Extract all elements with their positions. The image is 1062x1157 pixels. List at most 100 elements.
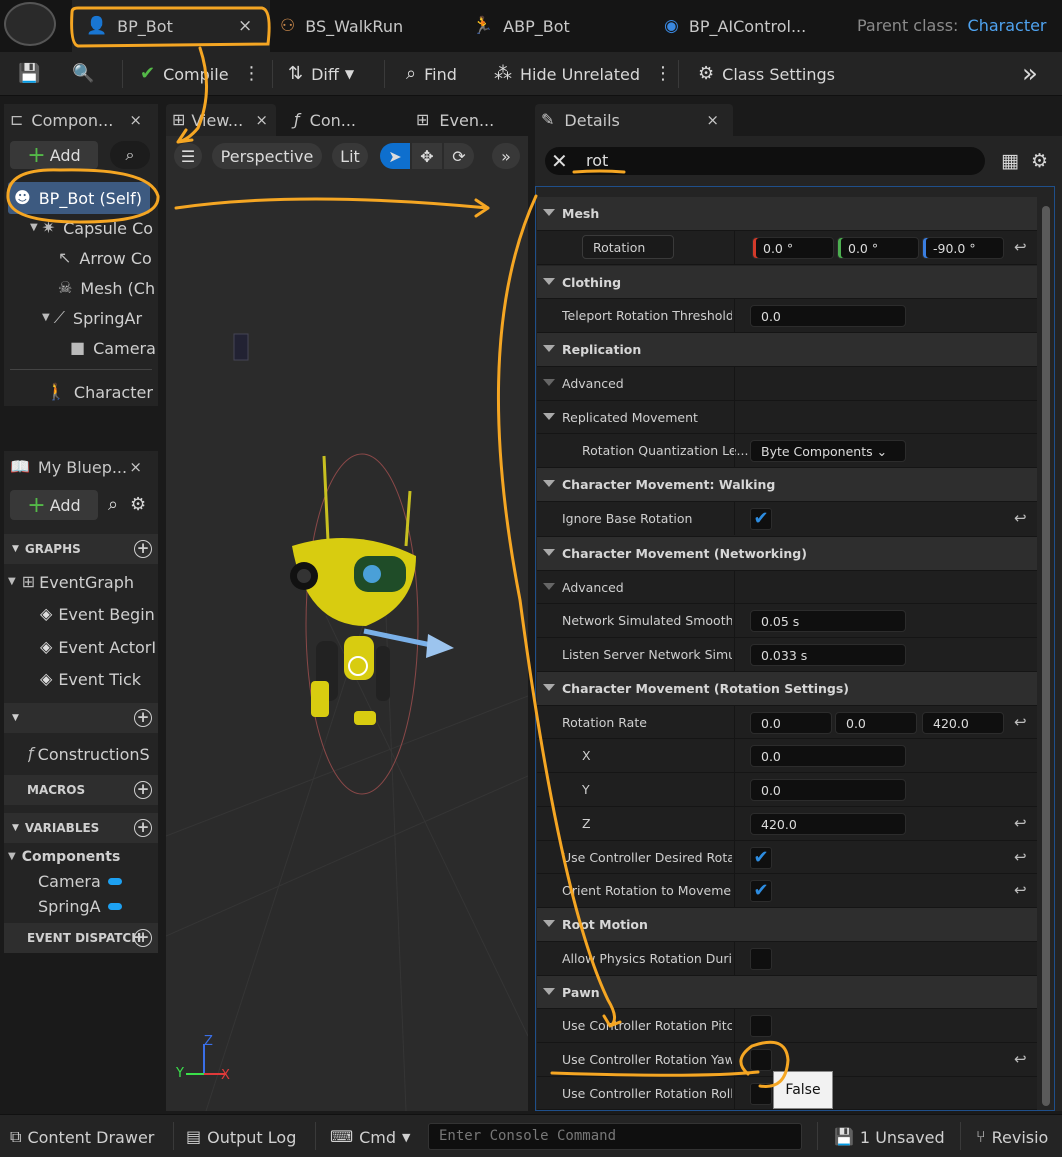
details-category[interactable]: Character Movement (Rotation Settings) [537,672,1037,706]
value-field[interactable]: 0.0 ° [837,237,919,259]
details-row[interactable]: Teleport Rotation Threshold 0.0 [537,299,1037,333]
clear-search-icon[interactable]: ✕ [551,149,568,173]
console-input[interactable]: Enter Console Command [428,1123,802,1150]
tab-details[interactable]: ✎ Details × [535,104,733,136]
value-field[interactable]: 0.0 ° [752,237,834,259]
details-category[interactable]: Replication [537,333,1037,367]
more-options-icon[interactable]: ⋮ [243,65,261,83]
translate-mode-button[interactable]: ✥ [412,143,442,169]
tab-viewport[interactable]: ⊞ View... × [166,104,276,136]
details-row[interactable]: Y 0.0 [537,773,1037,807]
value-field[interactable]: 0.05 s [750,610,906,632]
search-components-button[interactable]: ⌕ [110,141,150,169]
gear-icon[interactable]: ⚙ [130,494,146,515]
search-icon[interactable]: ⌕ [108,494,118,515]
expand-arrow-icon[interactable] [543,413,555,420]
perspective-button[interactable]: Perspective [212,143,322,169]
tab-bs-walkrun[interactable]: ⚇ BS_WalkRun [280,0,460,52]
close-icon[interactable]: × [129,111,142,129]
variables-section-header[interactable]: ▼ VARIABLES + [4,813,158,843]
details-category[interactable]: Character Movement: Walking [537,468,1037,502]
details-row[interactable]: X 0.0 [537,739,1037,773]
value-field[interactable]: -90.0 ° [922,237,1004,259]
expand-arrow-icon[interactable]: ▼ [8,577,16,587]
details-category[interactable]: Character Movement (Networking) [537,537,1037,571]
component-item-arrow[interactable]: ↖ Arrow Co [58,243,156,273]
view-options-icon[interactable]: ▦ [1001,150,1019,172]
details-row[interactable]: Rotation⌄0.0 °0.0 °-90.0 °↩ [537,231,1037,265]
expand-arrow-icon[interactable]: ▼ [30,223,38,233]
component-item-character-movement[interactable]: 🚶 Character M [46,377,156,407]
event-graph-item[interactable]: ▼ ⊞ EventGraph [8,567,158,597]
event-dispatchers-section-header[interactable]: EVENT DISPATCH + [4,923,158,953]
component-item-mesh[interactable]: ☠ Mesh (Ch [58,273,156,303]
diff-button[interactable]: ⇅ Diff ▼ [288,52,362,96]
value-field[interactable]: 420.0 [922,712,1004,734]
class-settings-button[interactable]: ⚙ Class Settings [698,52,835,96]
details-row[interactable]: Rotation Quantization Le... Byte Componen… [537,434,1037,468]
viewport-options-button[interactable]: ☰ [174,143,202,169]
checkbox[interactable] [750,948,772,970]
reset-to-default-icon[interactable]: ↩ [1014,238,1027,256]
parent-class-link[interactable]: Character [968,16,1047,35]
expand-arrow-icon[interactable] [543,684,555,691]
details-category[interactable]: Clothing [537,266,1037,299]
details-category[interactable]: Mesh [537,197,1037,231]
tab-construction-script[interactable]: ƒ Con... [288,104,398,136]
details-row[interactable]: Replicated Movement [537,401,1037,434]
expand-arrow-icon[interactable] [543,379,555,386]
checkbox[interactable] [750,1049,772,1071]
details-category[interactable]: Pawn [537,976,1037,1009]
details-row[interactable]: Advanced [537,571,1037,604]
rotate-mode-button[interactable]: ⟳ [444,143,474,169]
cmd-dropdown[interactable]: ⌨ Cmd ▼ [330,1119,416,1155]
compile-button[interactable]: ✔ Compile ⋮ [140,52,261,96]
unsaved-button[interactable]: 💾 1 Unsaved [834,1119,945,1155]
add-variable-icon[interactable]: + [134,819,152,837]
checkbox[interactable]: ✔ [750,847,772,869]
event-item[interactable]: ◈ Event Begin [40,599,158,629]
browse-button[interactable]: 🔍 [72,52,102,96]
viewport-overflow-button[interactable]: » [492,143,520,169]
reset-to-default-icon[interactable]: ↩ [1014,1050,1027,1068]
add-function-icon[interactable]: + [134,709,152,727]
component-item-camera[interactable]: ■ Camera [70,333,156,363]
component-item-self[interactable]: ☻ BP_Bot (Self) [8,182,150,214]
add-component-button[interactable]: + Add [10,141,98,169]
unreal-logo-icon[interactable] [4,2,56,46]
value-field[interactable]: 420.0 [750,813,906,835]
reset-to-default-icon[interactable]: ↩ [1014,814,1027,832]
construction-script-item[interactable]: ƒ ConstructionS [28,739,158,769]
details-row[interactable]: Use Controller Desired Rota... ✔ ↩ [537,841,1037,874]
more-options-icon[interactable]: ⋮ [654,65,672,83]
tab-bp-bot[interactable]: 👤 BP_Bot × [72,0,270,52]
close-icon[interactable]: × [238,16,252,36]
expand-arrow-icon[interactable] [543,549,555,556]
save-button[interactable]: 💾 [18,52,48,96]
expand-arrow-icon[interactable]: ▼ [42,313,50,323]
viewport[interactable]: ☰ Perspective Lit ➤ ✥ ⟳ » Z X Y [166,136,528,1111]
component-item-springarm[interactable]: ▼ ⟋ SpringAr [42,303,156,333]
add-dispatcher-icon[interactable]: + [134,929,152,947]
component-item-capsule[interactable]: ▼ ✷ Capsule Co [30,213,156,243]
event-item[interactable]: ◈ Event ActorI [40,632,158,662]
tab-bp-aicontroller[interactable]: ◉ BP_AIControl... [664,0,834,52]
add-macro-icon[interactable]: + [134,781,152,799]
select-mode-button[interactable]: ➤ [380,143,410,169]
expand-arrow-icon[interactable] [543,920,555,927]
tab-my-blueprint[interactable]: 📖 My Bluep... × [4,451,150,483]
checkbox[interactable] [750,1083,772,1105]
expand-arrow-icon[interactable] [543,345,555,352]
value-field[interactable]: 0.033 s [750,644,906,666]
macros-section-header[interactable]: MACROS + [4,775,158,805]
value-field[interactable]: 0.0 [750,779,906,801]
checkbox[interactable] [750,1015,772,1037]
find-button[interactable]: ⌕ Find [406,52,457,96]
reset-to-default-icon[interactable]: ↩ [1014,881,1027,899]
expand-arrow-icon[interactable]: ▼ [8,852,16,862]
value-field[interactable]: 0.0 [750,305,906,327]
expand-arrow-icon[interactable] [543,480,555,487]
hide-unrelated-button[interactable]: ⁂ Hide Unrelated ⋮ [494,52,672,96]
toolbar-overflow-button[interactable]: » [1022,52,1038,96]
details-row[interactable]: Rotation Rate 0.0 0.0 420.0 ↩ [537,706,1037,739]
